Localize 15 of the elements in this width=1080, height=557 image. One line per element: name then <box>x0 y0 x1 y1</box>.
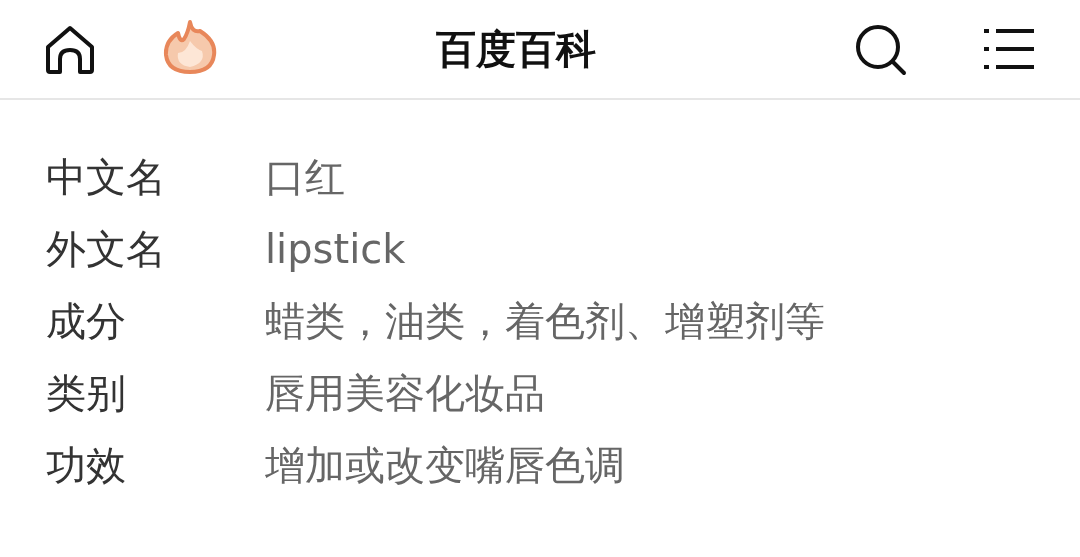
field-value: 增加或改变嘴唇色调 <box>265 442 626 488</box>
home-icon[interactable] <box>44 25 96 75</box>
menu-icon[interactable] <box>984 27 1034 71</box>
app-title: 百度百科 <box>435 24 597 74</box>
field-label: 成分 <box>46 298 127 344</box>
field-value: 唇用美容化妆品 <box>265 370 546 416</box>
field-value: 口红 <box>265 154 346 200</box>
search-icon[interactable] <box>854 23 908 77</box>
flame-icon[interactable] <box>162 19 218 75</box>
field-label: 外文名 <box>46 226 167 272</box>
field-label: 中文名 <box>46 154 167 200</box>
field-label: 类别 <box>46 370 127 416</box>
field-value: 蜡类，油类，着色剂、增塑剂等 <box>265 298 826 344</box>
field-label: 功效 <box>46 442 127 488</box>
field-value: lipstick <box>265 226 407 272</box>
